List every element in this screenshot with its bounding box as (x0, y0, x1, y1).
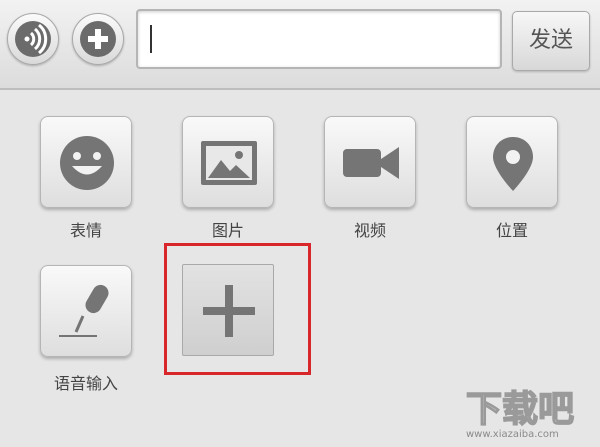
highlight-box (164, 243, 311, 375)
svg-text:www.xiazaiba.com: www.xiazaiba.com (466, 429, 559, 440)
voice-input-button[interactable] (40, 265, 132, 357)
text-caret (150, 25, 152, 53)
location-button[interactable] (466, 116, 558, 208)
video-label: 视频 (353, 221, 386, 240)
send-button[interactable]: 发送 (512, 11, 590, 71)
plus-circle-icon (80, 21, 116, 57)
emoji-label: 表情 (69, 221, 102, 240)
smiley-face-icon (60, 136, 114, 190)
picture-icon (201, 141, 257, 185)
microphone-icon (59, 284, 109, 337)
video-camera-icon (343, 147, 399, 179)
watermark-logo-icon: 下载吧 www.xiazaiba.com (465, 388, 575, 440)
picture-label: 图片 (211, 221, 244, 240)
more-options-button[interactable] (72, 13, 124, 65)
location-label: 位置 (495, 221, 528, 240)
watermark: 下载吧 www.xiazaiba.com (462, 381, 592, 443)
message-input[interactable] (136, 9, 502, 69)
emoji-button[interactable] (40, 116, 132, 208)
video-button[interactable] (324, 116, 416, 208)
voice-input-label: 语音输入 (53, 374, 118, 393)
picture-button[interactable] (182, 116, 274, 208)
input-toolbar: 发送 (0, 0, 600, 90)
voice-signal-icon (15, 21, 51, 57)
location-pin-icon (493, 137, 533, 191)
voice-toggle-button[interactable] (7, 13, 59, 65)
svg-text:下载吧: 下载吧 (466, 389, 574, 430)
